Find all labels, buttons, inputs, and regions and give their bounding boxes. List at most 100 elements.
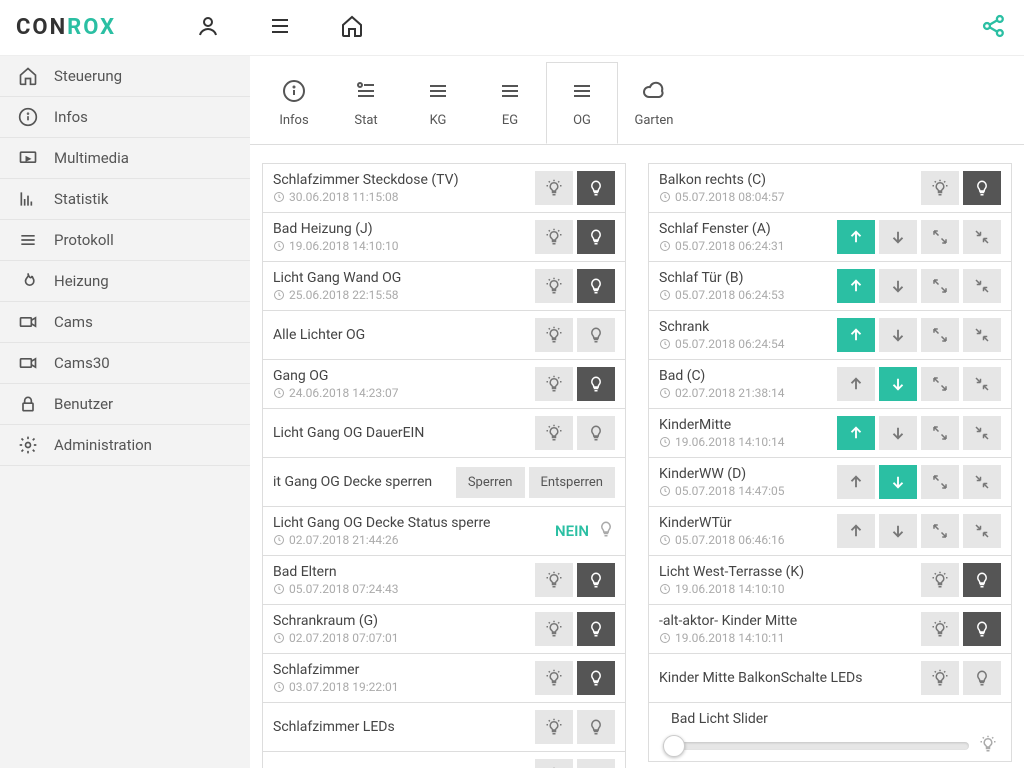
light-on-button[interactable]	[577, 563, 615, 597]
sidebar-item-cams30[interactable]: Cams30	[0, 343, 250, 384]
light-off-button[interactable]	[921, 171, 959, 205]
sidebar-item-heizung[interactable]: Heizung	[0, 261, 250, 302]
light-off-button[interactable]	[535, 661, 573, 695]
shutter-up-button[interactable]	[837, 416, 875, 450]
light-on-button[interactable]	[577, 171, 615, 205]
shutter-up-button[interactable]	[837, 465, 875, 499]
shutter-up-button[interactable]	[837, 514, 875, 548]
clock-icon	[659, 632, 671, 644]
shutter-up-button[interactable]	[837, 220, 875, 254]
light-on-button[interactable]	[577, 661, 615, 695]
light-on-button[interactable]	[963, 612, 1001, 646]
shutter-open-full-button[interactable]	[921, 465, 959, 499]
light-off-button[interactable]	[535, 710, 573, 744]
device-card: Alle Lichter OG	[262, 310, 626, 359]
sidebar-item-benutzer[interactable]: Benutzer	[0, 384, 250, 425]
shutter-down-button[interactable]	[879, 367, 917, 401]
shutter-down-button[interactable]	[879, 220, 917, 254]
light-off-button[interactable]	[535, 416, 573, 450]
sidebar-item-statistik[interactable]: Statistik	[0, 179, 250, 220]
light-off-button[interactable]	[921, 612, 959, 646]
light-on-button[interactable]	[577, 367, 615, 401]
arrow-up-icon	[847, 522, 865, 540]
slider-thumb[interactable]	[663, 735, 685, 757]
light-on-button[interactable]	[577, 612, 615, 646]
light-on-button[interactable]	[577, 318, 615, 352]
shutter-close-full-button[interactable]	[963, 318, 1001, 352]
light-on-button[interactable]	[577, 710, 615, 744]
shutter-close-full-button[interactable]	[963, 220, 1001, 254]
user-icon[interactable]	[196, 14, 220, 42]
light-off-button[interactable]	[535, 318, 573, 352]
expand-icon	[931, 228, 949, 246]
light-off-button[interactable]	[535, 759, 573, 768]
sidebar-item-administration[interactable]: Administration	[0, 425, 250, 466]
tab-eg[interactable]: EG	[474, 62, 546, 144]
light-off-button[interactable]	[535, 171, 573, 205]
light-off-button[interactable]	[921, 661, 959, 695]
unlock-button[interactable]: Entsperren	[529, 467, 616, 498]
sidebar-item-protokoll[interactable]: Protokoll	[0, 220, 250, 261]
lock-button[interactable]: Sperren	[456, 467, 525, 498]
sidebar-item-cams[interactable]: Cams	[0, 302, 250, 343]
light-off-button[interactable]	[535, 220, 573, 254]
sidebar-item-steuerung[interactable]: Steuerung	[0, 56, 250, 97]
device-card: Bad (C) 02.07.2018 21:38:14	[648, 359, 1012, 408]
card-title: Licht Gang Wand OG	[273, 270, 535, 286]
light-off-button[interactable]	[535, 269, 573, 303]
clock-icon	[273, 632, 285, 644]
card-title: KinderWTür	[659, 515, 837, 531]
bulb-icon	[587, 326, 605, 344]
tab-garten[interactable]: Garten	[618, 62, 690, 144]
bulb-on-icon	[545, 375, 563, 393]
sidebar-item-infos[interactable]: Infos	[0, 97, 250, 138]
sidebar-item-multimedia[interactable]: Multimedia	[0, 138, 250, 179]
shutter-open-full-button[interactable]	[921, 514, 959, 548]
light-off-button[interactable]	[535, 367, 573, 401]
light-off-button[interactable]	[535, 563, 573, 597]
shutter-down-button[interactable]	[879, 416, 917, 450]
shutter-open-full-button[interactable]	[921, 318, 959, 352]
tab-infos[interactable]: Infos	[258, 62, 330, 144]
shutter-open-full-button[interactable]	[921, 220, 959, 254]
shutter-down-button[interactable]	[879, 318, 917, 352]
light-on-button[interactable]	[577, 759, 615, 768]
shutter-up-button[interactable]	[837, 318, 875, 352]
app-header: CONROX	[0, 0, 1024, 56]
light-on-button[interactable]	[963, 563, 1001, 597]
shutter-close-full-button[interactable]	[963, 465, 1001, 499]
timestamp: 25.06.2018 22:15:58	[273, 288, 535, 302]
shutter-up-button[interactable]	[837, 367, 875, 401]
timestamp: 02.07.2018 21:38:14	[659, 386, 837, 400]
slider-track[interactable]	[663, 742, 969, 750]
light-on-button[interactable]	[577, 416, 615, 450]
tab-stat[interactable]: Stat	[330, 62, 402, 144]
shutter-open-full-button[interactable]	[921, 367, 959, 401]
tab-og[interactable]: OG	[546, 62, 618, 144]
shutter-close-full-button[interactable]	[963, 367, 1001, 401]
light-off-button[interactable]	[921, 563, 959, 597]
shutter-open-full-button[interactable]	[921, 416, 959, 450]
light-off-button[interactable]	[535, 612, 573, 646]
light-on-button[interactable]	[577, 269, 615, 303]
menu-icon[interactable]	[268, 14, 292, 42]
arrow-up-icon	[847, 277, 865, 295]
shutter-down-button[interactable]	[879, 514, 917, 548]
shutter-down-button[interactable]	[879, 465, 917, 499]
shutter-close-full-button[interactable]	[963, 514, 1001, 548]
device-card: Schrankraum (G) 02.07.2018 07:07:01	[262, 604, 626, 653]
tab-kg[interactable]: KG	[402, 62, 474, 144]
expand-icon	[931, 424, 949, 442]
timestamp: 19.06.2018 14:10:11	[659, 631, 921, 645]
shutter-close-full-button[interactable]	[963, 416, 1001, 450]
light-on-button[interactable]	[577, 220, 615, 254]
light-on-button[interactable]	[963, 171, 1001, 205]
share-icon[interactable]	[980, 28, 1008, 44]
shutter-open-full-button[interactable]	[921, 269, 959, 303]
shutter-down-button[interactable]	[879, 269, 917, 303]
light-on-button[interactable]	[963, 661, 1001, 695]
shutter-up-button[interactable]	[837, 269, 875, 303]
home-icon[interactable]	[340, 14, 364, 42]
shutter-close-full-button[interactable]	[963, 269, 1001, 303]
device-card: Gang OG 24.06.2018 14:23:07	[262, 359, 626, 408]
